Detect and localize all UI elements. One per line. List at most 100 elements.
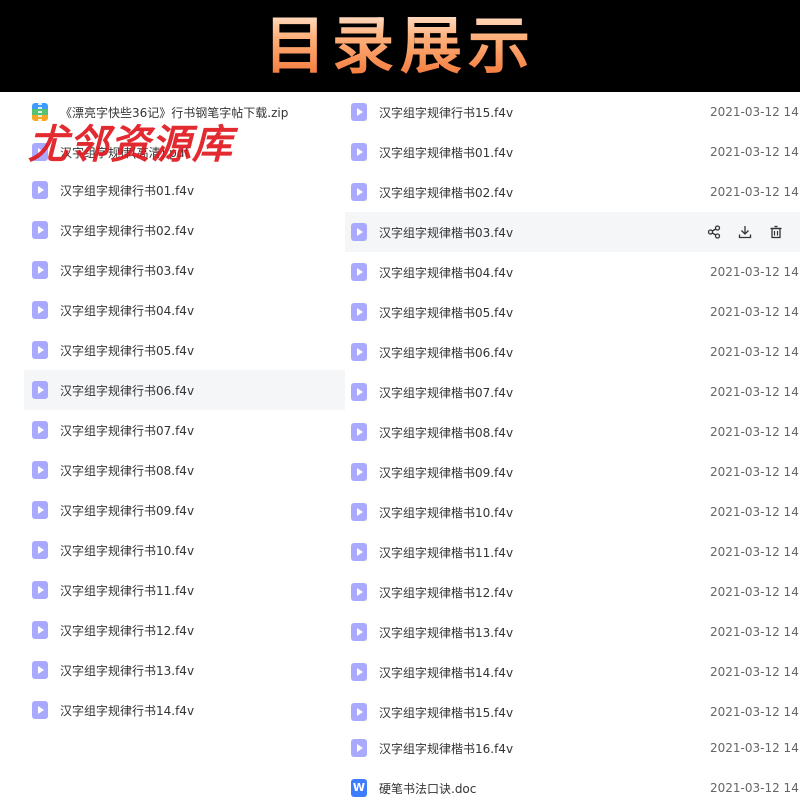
file-date: 2021-03-12 14:5 xyxy=(710,625,800,639)
file-date: 2021-03-12 14:5 xyxy=(710,465,800,479)
file-date: 2021-03-12 14:5 xyxy=(710,505,800,519)
download-icon[interactable] xyxy=(738,225,752,239)
video-file-icon xyxy=(351,303,367,321)
file-name: 汉字组字规律楷书07.f4v xyxy=(379,385,514,400)
file-row-hovered[interactable]: 汉字组字规律楷书03.f4v xyxy=(345,212,800,252)
file-date: 2021-03-12 14:5 xyxy=(710,425,800,439)
file-name: 汉字组字规律行书06.f4v xyxy=(60,383,195,398)
video-file-icon xyxy=(351,103,367,121)
file-row[interactable]: 汉字组字规律楷书09.f4v 2021-03-12 14:5 xyxy=(345,452,800,492)
video-file-icon xyxy=(32,261,48,279)
file-date: 2021-03-12 14:5 xyxy=(710,105,800,119)
file-row[interactable]: 汉字组字规律楷书10.f4v 2021-03-12 14:5 xyxy=(345,492,800,532)
file-row[interactable]: 汉字组字规律行书09.f4v xyxy=(0,490,345,530)
video-file-icon xyxy=(32,661,48,679)
video-file-icon xyxy=(351,543,367,561)
file-row[interactable]: 汉字组字规律行书11.f4v xyxy=(0,570,345,610)
video-file-icon xyxy=(351,423,367,441)
video-file-icon xyxy=(32,181,48,199)
video-file-icon xyxy=(32,621,48,639)
file-name: 汉字组字规律楷书11.f4v xyxy=(379,545,514,560)
video-file-icon xyxy=(32,501,48,519)
file-row[interactable]: 汉字组字规律楷书06.f4v 2021-03-12 14:5 xyxy=(345,332,800,372)
file-date: 2021-03-12 14:5 xyxy=(710,665,800,679)
file-name: 汉字组字规律楷书09.f4v xyxy=(379,465,514,480)
file-row[interactable]: 汉字组字规律行书04.f4v xyxy=(0,290,345,330)
file-row[interactable]: 汉字组字规律楷书16.f4v 2021-03-12 14:5 xyxy=(345,728,800,768)
file-row[interactable]: 汉字组字规律楷书15.f4v 2021-03-12 14:5 xyxy=(345,692,800,732)
file-list-left: 《漂亮字快些36记》行书钢笔字帖下载.zip 汉字组字规律(高清).pdf 汉字… xyxy=(0,92,345,800)
file-row[interactable]: 汉字组字规律行书15.f4v 2021-03-12 14:5 xyxy=(345,92,800,132)
file-name: 汉字组字规律楷书13.f4v xyxy=(379,625,514,640)
file-row[interactable]: 汉字组字规律行书10.f4v xyxy=(0,530,345,570)
file-date: 2021-03-12 14:5 xyxy=(710,265,800,279)
video-file-icon xyxy=(351,463,367,481)
file-row[interactable]: 汉字组字规律楷书14.f4v 2021-03-12 14:5 xyxy=(345,652,800,692)
file-name: 汉字组字规律楷书10.f4v xyxy=(379,505,514,520)
delete-icon[interactable] xyxy=(769,225,783,239)
file-date: 2021-03-12 14:5 xyxy=(710,781,800,795)
file-row[interactable]: 汉字组字规律楷书05.f4v 2021-03-12 14:5 xyxy=(345,292,800,332)
file-row[interactable]: 汉字组字规律行书08.f4v xyxy=(0,450,345,490)
file-name: 汉字组字规律行书03.f4v xyxy=(60,263,195,278)
file-row[interactable]: W 硬笔书法口诀.doc 2021-03-12 14:5 xyxy=(345,768,800,800)
file-row[interactable]: 汉字组字规律行书13.f4v xyxy=(0,650,345,690)
file-row[interactable]: 汉字组字规律楷书07.f4v 2021-03-12 14:5 xyxy=(345,372,800,412)
file-name: 汉字组字规律楷书14.f4v xyxy=(379,665,514,680)
file-row[interactable]: 汉字组字规律行书03.f4v xyxy=(0,250,345,290)
file-row[interactable]: 汉字组字规律行书05.f4v xyxy=(0,330,345,370)
file-row[interactable]: 汉字组字规律行书02.f4v xyxy=(0,210,345,250)
file-name: 汉字组字规律行书10.f4v xyxy=(60,543,195,558)
video-file-icon xyxy=(32,341,48,359)
file-row[interactable]: 汉字组字规律楷书01.f4v 2021-03-12 14:5 xyxy=(345,132,800,172)
video-file-icon xyxy=(351,263,367,281)
video-file-icon xyxy=(32,421,48,439)
banner: 目录展示 xyxy=(0,0,800,92)
file-row[interactable]: 汉字组字规律楷书13.f4v 2021-03-12 14:5 xyxy=(345,612,800,652)
file-date: 2021-03-12 14:5 xyxy=(710,545,800,559)
video-file-icon xyxy=(32,541,48,559)
file-row[interactable]: 汉字组字规律楷书04.f4v 2021-03-12 14:5 xyxy=(345,252,800,292)
video-file-icon xyxy=(32,701,48,719)
file-date: 2021-03-12 14:5 xyxy=(710,705,800,719)
file-name: 汉字组字规律行书13.f4v xyxy=(60,663,195,678)
file-row[interactable]: 汉字组字规律行书07.f4v xyxy=(0,410,345,450)
file-row-hovered[interactable]: 汉字组字规律行书06.f4v xyxy=(24,370,345,410)
file-name: 汉字组字规律行书08.f4v xyxy=(60,463,195,478)
file-row[interactable]: 汉字组字规律楷书12.f4v 2021-03-12 14:5 xyxy=(345,572,800,612)
file-name: 汉字组字规律楷书05.f4v xyxy=(379,305,514,320)
video-file-icon xyxy=(351,223,367,241)
word-doc-icon: W xyxy=(351,779,367,797)
file-row[interactable]: 汉字组字规律楷书08.f4v 2021-03-12 14:5 xyxy=(345,412,800,452)
file-date: 2021-03-12 14:5 xyxy=(710,345,800,359)
share-icon[interactable] xyxy=(707,225,721,239)
video-file-icon xyxy=(32,581,48,599)
video-file-icon xyxy=(351,343,367,361)
file-name: 汉字组字规律行书01.f4v xyxy=(60,183,195,198)
file-row[interactable]: 汉字组字规律行书14.f4v xyxy=(0,690,345,730)
video-file-icon xyxy=(32,301,48,319)
file-name: 汉字组字规律行书15.f4v xyxy=(379,105,514,120)
video-file-icon xyxy=(32,381,48,399)
file-name: 汉字组字规律行书12.f4v xyxy=(60,623,195,638)
file-name: 汉字组字规律行书07.f4v xyxy=(60,423,195,438)
video-file-icon xyxy=(351,583,367,601)
file-row[interactable]: 汉字组字规律楷书11.f4v 2021-03-12 14:5 xyxy=(345,532,800,572)
file-name: 汉字组字规律行书02.f4v xyxy=(60,223,195,238)
video-file-icon xyxy=(32,461,48,479)
file-row[interactable]: 汉字组字规律行书01.f4v xyxy=(0,170,345,210)
file-name: 汉字组字规律楷书16.f4v xyxy=(379,741,514,756)
file-date: 2021-03-12 14:5 xyxy=(710,185,800,199)
file-date: 2021-03-12 14:5 xyxy=(710,305,800,319)
file-name: 汉字组字规律楷书01.f4v xyxy=(379,145,514,160)
video-file-icon xyxy=(351,703,367,721)
file-name: 汉字组字规律行书09.f4v xyxy=(60,503,195,518)
file-name: 汉字组字规律行书14.f4v xyxy=(60,703,195,718)
file-date: 2021-03-12 14:5 xyxy=(710,385,800,399)
file-row[interactable]: 汉字组字规律楷书02.f4v 2021-03-12 14:5 xyxy=(345,172,800,212)
video-file-icon xyxy=(351,183,367,201)
file-name: 汉字组字规律楷书06.f4v xyxy=(379,345,514,360)
file-name: 汉字组字规律楷书08.f4v xyxy=(379,425,514,440)
file-date: 2021-03-12 14:5 xyxy=(710,741,800,755)
file-row[interactable]: 汉字组字规律行书12.f4v xyxy=(0,610,345,650)
